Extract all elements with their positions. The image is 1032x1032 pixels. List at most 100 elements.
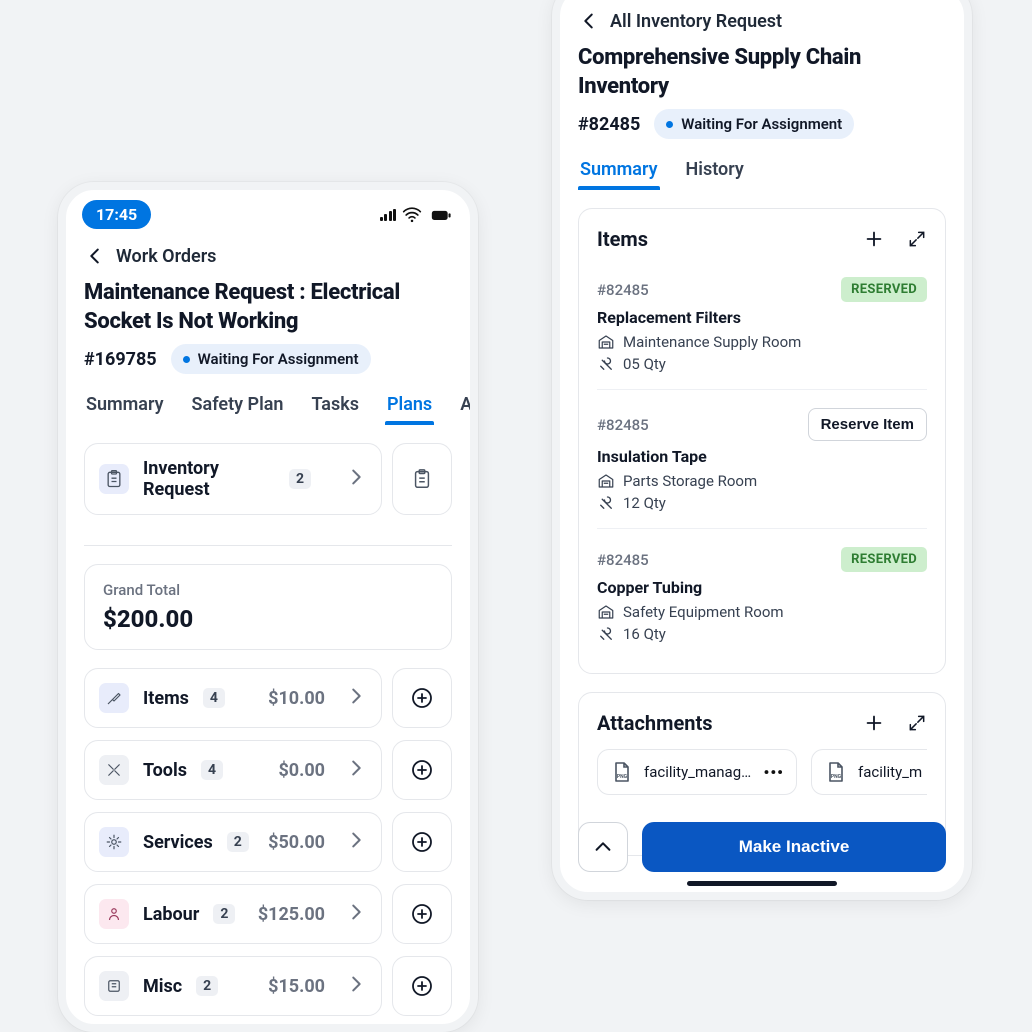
item-id: #82485 <box>597 281 649 299</box>
inventory-item: #82485 Reserve Item Insulation Tape Part… <box>597 389 927 524</box>
grand-total-card: Grand Total $200.00 <box>84 564 452 650</box>
cost-row-items[interactable]: Items 4 $10.00 <box>84 668 382 728</box>
chevron-right-icon <box>345 466 367 492</box>
row-label: Labour <box>143 904 199 925</box>
items-title: Items <box>597 227 648 251</box>
misc-icon <box>99 971 129 1001</box>
row-price: $10.00 <box>268 688 325 709</box>
total-label: Grand Total <box>103 581 433 599</box>
record-id: #82485 <box>578 114 640 135</box>
screwdriver-icon <box>99 683 129 713</box>
add-items-button[interactable] <box>392 668 452 728</box>
row-count: 4 <box>203 688 225 708</box>
row-price: $0.00 <box>278 760 325 781</box>
phone-inventory-request: All Inventory Request Comprehensive Supp… <box>552 0 972 900</box>
status-time: 17:45 <box>82 200 151 229</box>
wifi-icon <box>402 205 422 225</box>
chevron-right-icon <box>345 829 367 855</box>
inventory-item: #82485 RESERVED Replacement Filters Main… <box>597 265 927 385</box>
inventory-count: 2 <box>289 469 311 489</box>
tab-history[interactable]: History <box>684 155 746 190</box>
add-tools-button[interactable] <box>392 740 452 800</box>
status-icons <box>380 205 455 225</box>
row-label: Items <box>143 688 189 709</box>
back-label: All Inventory Request <box>610 11 782 32</box>
cost-row-services[interactable]: Services 2 $50.00 <box>84 812 382 872</box>
services-icon <box>99 827 129 857</box>
tab-summary[interactable]: Summary <box>84 390 166 425</box>
status-dot-icon <box>183 356 190 363</box>
more-icon[interactable]: ••• <box>763 763 784 782</box>
status-pill: Waiting For Assignment <box>171 344 371 374</box>
item-location: Maintenance Supply Room <box>597 333 927 351</box>
add-services-button[interactable] <box>392 812 452 872</box>
reserved-badge: RESERVED <box>841 277 927 302</box>
row-label: Misc <box>143 976 182 997</box>
row-count: 2 <box>227 832 249 852</box>
item-qty: 12 Qty <box>597 494 927 512</box>
tools-icon <box>597 355 615 373</box>
add-attachment-button[interactable] <box>863 712 885 734</box>
signal-icon <box>380 209 397 221</box>
cost-row-misc[interactable]: Misc 2 $15.00 <box>84 956 382 1016</box>
item-qty: 05 Qty <box>597 355 927 373</box>
status-dot-icon <box>666 121 673 128</box>
inventory-item: #82485 RESERVED Copper Tubing Safety Equ… <box>597 528 927 655</box>
inventory-secondary-button[interactable] <box>392 443 452 515</box>
warehouse-icon <box>597 603 615 621</box>
tools-icon <box>597 625 615 643</box>
attachment-chip[interactable]: facility_manage… ••• <box>597 749 797 795</box>
add-labour-button[interactable] <box>392 884 452 944</box>
battery-icon <box>428 205 454 225</box>
tab-bar: Summary History <box>560 149 964 190</box>
cost-row-tools[interactable]: Tools 4 $0.00 <box>84 740 382 800</box>
add-misc-button[interactable] <box>392 956 452 1016</box>
inventory-request-card[interactable]: Inventory Request 2 <box>84 443 382 515</box>
warehouse-icon <box>597 472 615 490</box>
tab-plans[interactable]: Plans <box>385 390 434 425</box>
tab-summary[interactable]: Summary <box>578 155 660 190</box>
id-status-row: #82485 Waiting For Assignment <box>560 105 964 149</box>
chevron-right-icon <box>345 901 367 927</box>
order-id: #169785 <box>84 349 157 370</box>
item-location: Safety Equipment Room <box>597 603 927 621</box>
expand-items-button[interactable] <box>907 229 927 249</box>
attachment-chip[interactable]: facility_m <box>811 749 927 795</box>
tools-icon <box>99 755 129 785</box>
row-price: $50.00 <box>268 832 325 853</box>
plus-circle-icon <box>410 686 434 710</box>
tab-tasks[interactable]: Tasks <box>309 390 361 425</box>
chevron-left-icon <box>84 245 106 267</box>
collapse-button[interactable] <box>578 822 628 872</box>
clipboard-icon <box>99 464 129 494</box>
home-indicator <box>687 881 837 886</box>
warehouse-icon <box>597 333 615 351</box>
cost-row-labour[interactable]: Labour 2 $125.00 <box>84 884 382 944</box>
reserved-badge: RESERVED <box>841 547 927 572</box>
file-png-icon <box>610 760 634 784</box>
chevron-right-icon <box>345 757 367 783</box>
reserve-item-button[interactable]: Reserve Item <box>808 408 927 441</box>
chevron-right-icon <box>345 685 367 711</box>
back-row[interactable]: Work Orders <box>66 235 470 271</box>
item-id: #82485 <box>597 551 649 569</box>
plus-circle-icon <box>410 758 434 782</box>
back-row[interactable]: All Inventory Request <box>560 0 964 36</box>
attachment-name: facility_manage… <box>644 763 753 781</box>
row-count: 2 <box>196 976 218 996</box>
tab-safety-plan[interactable]: Safety Plan <box>190 390 286 425</box>
item-name: Copper Tubing <box>597 578 927 597</box>
tools-icon <box>597 494 615 512</box>
labour-icon <box>99 899 129 929</box>
make-inactive-button[interactable]: Make Inactive <box>642 822 946 872</box>
expand-attachments-button[interactable] <box>907 713 927 733</box>
add-item-button[interactable] <box>863 228 885 250</box>
status-text: Waiting For Assignment <box>198 350 359 368</box>
row-label: Tools <box>143 760 187 781</box>
item-qty: 16 Qty <box>597 625 927 643</box>
phone-work-order: 17:45 Work Orders Maintenance Request : … <box>58 182 478 1032</box>
tab-actu[interactable]: Actu <box>458 390 470 425</box>
items-section: Items #82485 RESERVED Replacement Filter… <box>578 208 946 674</box>
status-bar: 17:45 <box>66 190 470 235</box>
row-price: $125.00 <box>258 904 325 925</box>
